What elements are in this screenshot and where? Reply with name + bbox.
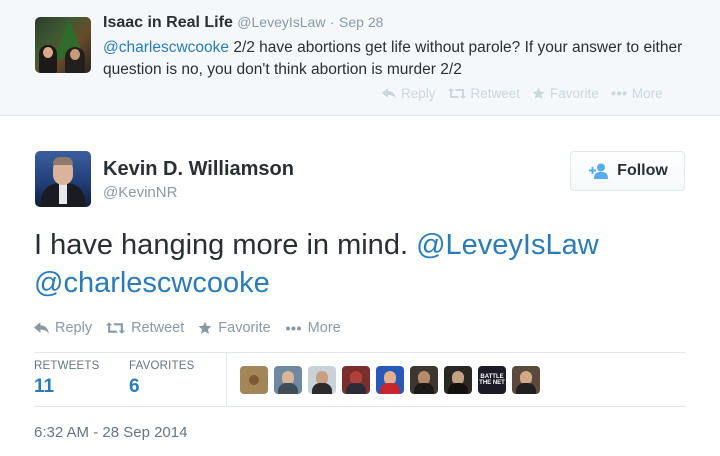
parent-more-label: More — [631, 86, 663, 101]
retweets-stat[interactable]: RETWEETS 11 — [34, 360, 100, 398]
favoriter-avatar[interactable] — [240, 366, 268, 394]
favorites-stat[interactable]: FAVORITES 6 — [129, 360, 195, 398]
author-avatar[interactable] — [35, 151, 91, 207]
parent-favorite-button[interactable]: Favorite — [532, 86, 599, 101]
more-button[interactable]: More — [285, 320, 341, 336]
favoriter-avatar[interactable] — [376, 366, 404, 394]
favorite-button[interactable]: Favorite — [198, 320, 271, 336]
favorites-count: 6 — [129, 376, 140, 397]
favoriter-avatar[interactable] — [274, 366, 302, 394]
favoriter-avatar[interactable] — [410, 366, 438, 394]
parent-header: Isaac in Real Life @LeveyIsLaw · Sep 28 — [103, 14, 383, 32]
parent-separator: · — [329, 14, 335, 30]
follow-person-icon — [589, 163, 609, 179]
more-dots-icon — [285, 326, 301, 330]
stats-divider-bottom — [34, 406, 686, 407]
parent-more-button[interactable]: More — [611, 86, 663, 101]
tweet-timestamp[interactable]: 6:32 AM - 28 Sep 2014 — [34, 424, 187, 441]
parent-avatar[interactable] — [35, 17, 91, 73]
favoriter-badge-text: BATTLE THE NET — [479, 374, 505, 386]
reply-icon — [34, 322, 49, 334]
parent-reply-label: Reply — [401, 86, 436, 101]
favorite-label: Favorite — [218, 320, 271, 336]
favoriter-avatar[interactable] — [444, 366, 472, 394]
parent-actions: Reply Retweet Favorite More — [382, 86, 675, 101]
parent-mention-link[interactable]: @charlescwcooke — [103, 39, 229, 56]
follow-label: Follow — [617, 162, 668, 179]
star-icon — [198, 321, 212, 334]
reply-label: Reply — [55, 320, 93, 336]
favoriter-avatars: BATTLE THE NET — [240, 366, 546, 394]
follow-button[interactable]: Follow — [570, 151, 685, 191]
tweet-actions: Reply Retweet Favorite More — [34, 320, 355, 336]
tweet-body: I have hanging more in mind. — [34, 229, 417, 261]
parent-retweet-label: Retweet — [470, 86, 521, 101]
author-name[interactable]: Kevin D. Williamson — [103, 158, 294, 181]
parent-retweet-button[interactable]: Retweet — [447, 86, 521, 101]
parent-author-handle[interactable]: @LeveyIsLaw — [237, 14, 325, 30]
star-icon — [532, 87, 545, 99]
mention-link-charlescwcooke[interactable]: @charlescwcooke — [34, 267, 270, 299]
favoriter-avatar[interactable] — [308, 366, 336, 394]
retweet-label: Retweet — [131, 320, 185, 336]
parent-author-name[interactable]: Isaac in Real Life — [103, 14, 233, 31]
more-dots-icon — [611, 91, 627, 96]
parent-favorite-label: Favorite — [550, 86, 599, 101]
favorites-label: FAVORITES — [129, 360, 195, 372]
author-handle[interactable]: @KevinNR — [103, 184, 177, 201]
retweet-icon — [447, 88, 466, 99]
favoriter-avatar[interactable] — [342, 366, 370, 394]
retweets-label: RETWEETS — [34, 360, 100, 372]
stats-divider-vertical — [226, 353, 227, 406]
mention-link-leveyislaw[interactable]: @LeveyIsLaw — [416, 229, 599, 261]
stats-divider-top — [34, 352, 686, 353]
reply-button[interactable]: Reply — [34, 320, 92, 336]
parent-reply-button[interactable]: Reply — [382, 86, 436, 101]
more-label: More — [307, 320, 341, 336]
retweet-button[interactable]: Retweet — [106, 320, 184, 336]
favoriter-avatar[interactable] — [512, 366, 540, 394]
parent-tweet[interactable]: Isaac in Real Life @LeveyIsLaw · Sep 28 … — [0, 0, 720, 116]
favoriter-avatar[interactable]: BATTLE THE NET — [478, 366, 506, 394]
tweet-text: I have hanging more in mind. @LeveyIsLaw… — [34, 226, 694, 302]
parent-date[interactable]: Sep 28 — [339, 14, 383, 30]
reply-icon — [382, 88, 396, 99]
retweets-count: 11 — [34, 376, 55, 397]
parent-tweet-text: @charlescwcooke 2/2 have abortions get l… — [103, 37, 703, 81]
retweet-icon — [106, 322, 126, 334]
